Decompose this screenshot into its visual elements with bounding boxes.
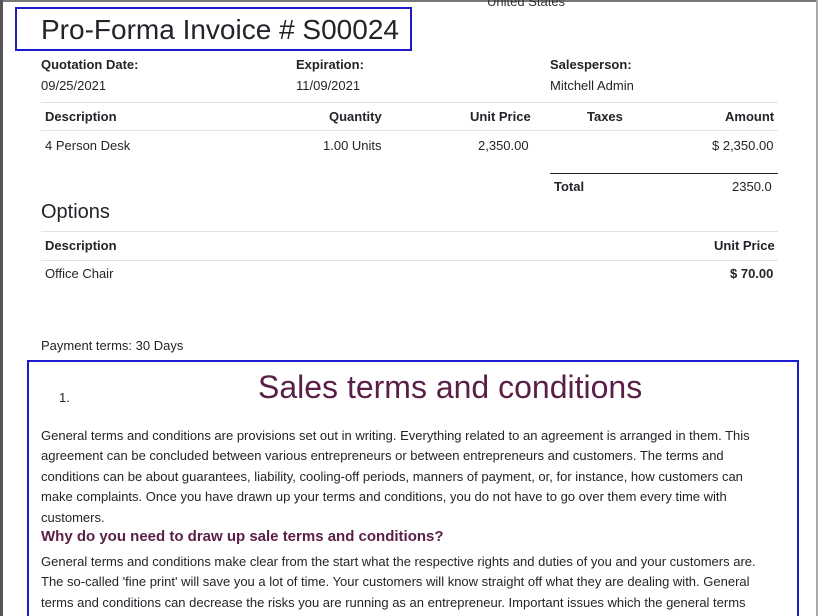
terms-paragraph-1: General terms and conditions are provisi… — [41, 426, 786, 528]
address-country: United States — [487, 0, 566, 9]
invoice-title: Pro-Forma Invoice # S00024 — [41, 14, 399, 45]
terms-list-number: 1. — [59, 390, 70, 405]
total-label: Total — [554, 179, 585, 194]
total-rule — [550, 173, 778, 174]
lines-header-taxes: Taxes — [587, 109, 623, 124]
paragraph-line: agreement can be concluded between vario… — [41, 448, 724, 464]
payment-terms: Payment terms: 30 Days — [41, 338, 184, 353]
table-header-rule — [41, 130, 778, 131]
paragraph-line: terms and conditions can decrease the ri… — [41, 594, 746, 610]
option-unit-price: $ 70.00 — [730, 266, 774, 281]
line-quantity: 1.00 Units — [323, 138, 382, 153]
line-description: 4 Person Desk — [45, 138, 131, 153]
paragraph-line: conditions can be about guarantees, liab… — [41, 468, 743, 484]
table-top-rule — [41, 102, 778, 103]
options-title: Options — [41, 201, 110, 223]
salesperson-label: Salesperson: — [550, 57, 632, 72]
paragraph-line: General terms and conditions are provisi… — [41, 428, 750, 443]
terms-subheading: Why do you need to draw up sale terms an… — [41, 528, 444, 545]
lines-header-quantity: Quantity — [329, 109, 382, 124]
quotation-date-value: 09/25/2021 — [41, 78, 107, 93]
lines-header-amount: Amount — [725, 109, 775, 124]
expiration-label: Expiration: — [296, 57, 364, 72]
salesperson-value: Mitchell Admin — [550, 78, 634, 93]
paragraph-line: customers. — [41, 509, 105, 525]
option-description: Office Chair — [45, 266, 114, 281]
terms-title: Sales terms and conditions — [258, 369, 643, 405]
quotation-date-label: Quotation Date: — [41, 57, 139, 72]
lines-header-description: Description — [45, 109, 117, 124]
options-header-description: Description — [45, 238, 117, 253]
paragraph-line: General terms and conditions make clear … — [41, 554, 756, 569]
total-value: 2350.0 — [732, 179, 772, 194]
paragraph-line: make complaints. Once you have drawn up … — [41, 489, 727, 505]
lines-header-unit-price: Unit Price — [470, 109, 531, 124]
options-header-rule — [41, 260, 778, 261]
line-amount: $ 2,350.00 — [712, 138, 774, 153]
line-unit-price: 2,350.00 — [478, 138, 529, 153]
expiration-value: 11/09/2021 — [296, 78, 361, 93]
options-top-rule — [41, 231, 778, 232]
page-left-border — [0, 0, 3, 616]
paragraph-line: The so-called 'fine print' will save you… — [41, 574, 750, 590]
terms-paragraph-2: General terms and conditions make clear … — [41, 552, 786, 613]
page-top-border — [0, 0, 818, 2]
options-header-unit-price: Unit Price — [714, 238, 775, 253]
